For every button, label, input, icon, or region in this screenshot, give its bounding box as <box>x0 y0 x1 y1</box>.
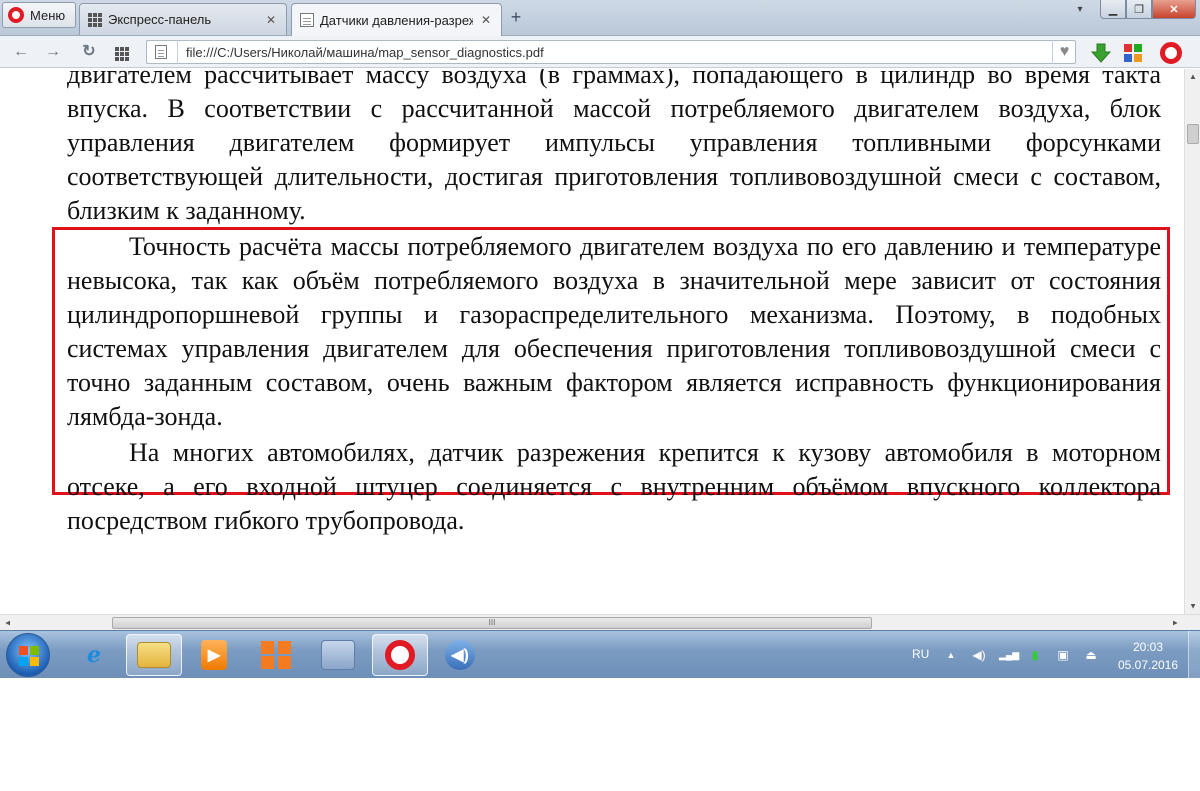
taskbar-media-player[interactable]: ▶ <box>186 634 242 676</box>
opera-logo-icon <box>8 7 24 23</box>
folder-icon <box>137 642 171 668</box>
address-bar[interactable] <box>146 40 1076 64</box>
horizontal-scroll-thumb[interactable]: III <box>112 617 872 629</box>
heart-icon[interactable]: ♥ <box>1052 40 1076 64</box>
document-icon <box>300 13 314 27</box>
office-icon <box>261 641 291 669</box>
language-indicator[interactable]: RU <box>912 647 929 661</box>
url-input[interactable] <box>186 44 1075 60</box>
vertical-scrollbar[interactable]: ▲ ▲ <box>1184 69 1200 614</box>
download-icon[interactable] <box>1090 42 1112 64</box>
clock-date[interactable]: 05.07.2016 <box>1111 658 1185 672</box>
speed-dial-icon <box>88 12 102 27</box>
close-window-button[interactable]: ✕ <box>1152 0 1196 19</box>
programs-icon <box>321 640 355 670</box>
opera-sidebar-icon[interactable] <box>1160 42 1182 64</box>
opera-menu-button[interactable]: Меню <box>2 2 76 28</box>
horizontal-scrollbar[interactable]: ▲ III ▲ <box>0 614 1200 630</box>
vertical-scroll-thumb[interactable] <box>1187 124 1199 144</box>
clock-time[interactable]: 20:03 <box>1123 640 1173 654</box>
taskbar-office[interactable] <box>248 634 304 676</box>
menu-label: Меню <box>30 7 66 23</box>
window-controls: ▁ ❐ ✕ <box>1100 0 1196 20</box>
taskbar-audio[interactable]: ◀) <box>432 634 488 676</box>
volume-icon[interactable]: ◀) <box>971 647 987 663</box>
battery-icon[interactable]: ▮ <box>1027 647 1043 663</box>
show-hidden-icons-icon[interactable]: ▲ <box>943 647 959 663</box>
show-desktop-button[interactable] <box>1188 631 1200 679</box>
tab-express-panel[interactable]: Экспресс-панель ✕ <box>79 3 287 35</box>
tab-close-icon[interactable]: ✕ <box>264 13 278 27</box>
minimize-button[interactable]: ▁ <box>1100 0 1126 19</box>
scroll-left-icon[interactable]: ▲ <box>3 618 13 628</box>
paragraph-vacuum-sensor: На многих автомобилях, датчик разрежения… <box>67 438 1161 535</box>
speaker-icon: ◀) <box>445 640 475 670</box>
system-tray: RU ▲ ◀) ▂▄▆ ▮ ▣ ⏏ 20:03 05.07.2016 <box>905 631 1200 679</box>
extensions-icon[interactable] <box>1122 42 1144 64</box>
address-separator <box>177 40 178 64</box>
restore-button[interactable]: ❐ <box>1126 0 1152 19</box>
safely-remove-icon[interactable]: ⏏ <box>1083 647 1099 663</box>
windows-logo-icon <box>19 646 39 666</box>
taskbar-internet-explorer[interactable]: e <box>66 634 122 676</box>
page-icon <box>155 45 167 59</box>
signal-icon[interactable]: ▂▄▆ <box>999 647 1019 663</box>
network-icon[interactable]: ▣ <box>1055 647 1071 663</box>
tab-pressure-sensors[interactable]: Датчики давления-разреж ✕ <box>291 3 502 36</box>
paragraph-intro: двигателем рассчитывает массу воздуха (в… <box>67 69 1161 225</box>
start-button[interactable] <box>6 633 50 677</box>
taskbar-programs[interactable] <box>310 634 366 676</box>
forward-arrow-icon[interactable]: → <box>42 42 64 62</box>
new-tab-plus-icon[interactable]: + <box>506 8 526 28</box>
browser-tab-bar: Меню Экспресс-панель ✕ Датчики давления-… <box>0 0 1200 36</box>
windows-taskbar: e ▶ ◀) RU ▲ ◀) ▂▄▆ ▮ ▣ ⏏ 20:03 05.07.201… <box>0 630 1200 679</box>
speed-dial-icon[interactable] <box>115 47 129 61</box>
tab-label: Экспресс-панель <box>108 12 212 27</box>
taskbar-explorer[interactable] <box>126 634 182 676</box>
reload-icon[interactable]: ↻ <box>78 42 100 62</box>
media-player-icon: ▶ <box>201 640 227 670</box>
tabs-menu-icon[interactable]: ▾ <box>1070 4 1090 18</box>
tab-close-icon[interactable]: ✕ <box>479 13 493 27</box>
back-arrow-icon[interactable]: ← <box>10 42 32 62</box>
taskbar-opera[interactable] <box>372 634 428 676</box>
scroll-right-icon[interactable]: ▲ <box>1170 618 1180 628</box>
scroll-up-icon[interactable]: ▲ <box>1188 72 1198 82</box>
scroll-down-icon[interactable]: ▲ <box>1188 601 1198 611</box>
opera-icon <box>385 640 415 670</box>
tab-label: Датчики давления-разреж <box>320 12 473 28</box>
internet-explorer-icon: e <box>87 642 101 668</box>
navigation-toolbar: ← → ↻ ♥ <box>0 36 1200 68</box>
pdf-viewport: двигателем рассчитывает массу воздуха (в… <box>0 69 1184 614</box>
